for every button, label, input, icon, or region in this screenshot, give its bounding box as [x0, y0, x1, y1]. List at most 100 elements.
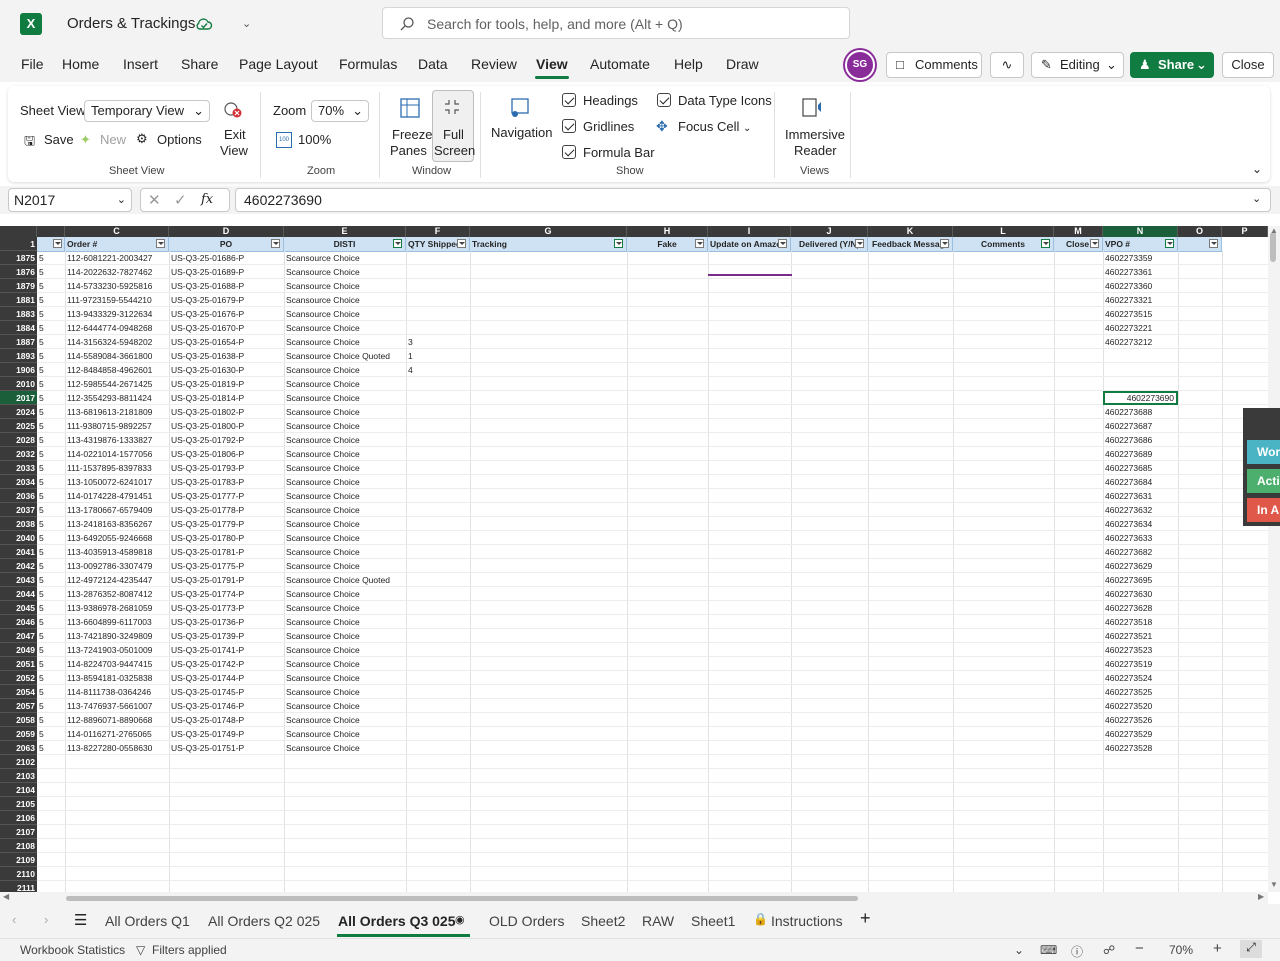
navigation-button[interactable]: Navigation — [491, 125, 552, 140]
cell-disti[interactable]: Scansource Choice — [284, 307, 406, 321]
cell-order[interactable] — [65, 797, 169, 811]
cell-b[interactable]: 5 — [37, 615, 65, 629]
cell-disti[interactable]: Scansource Choice — [284, 391, 406, 405]
cell-b[interactable]: 5 — [37, 265, 65, 279]
cell-b[interactable]: 5 — [37, 713, 65, 727]
cell-vpo[interactable]: 4602273521 — [1103, 629, 1178, 643]
side-pane-item[interactable]: Wor — [1247, 440, 1280, 464]
tab-draw[interactable]: Draw — [726, 56, 759, 72]
editing-mode-button[interactable]: ✎ Editing ⌄ — [1031, 52, 1124, 78]
filter-dropdown-icon[interactable] — [1209, 239, 1218, 248]
cell-po[interactable] — [169, 769, 284, 783]
row-header[interactable]: 2102 — [0, 755, 37, 769]
row-header[interactable]: 1875 — [0, 251, 37, 265]
cell-qty-shipped[interactable] — [406, 811, 470, 825]
cell-po[interactable]: US-Q3-25-01819-P — [169, 377, 284, 391]
row-header[interactable]: 2041 — [0, 545, 37, 559]
cell-qty-shipped[interactable] — [406, 307, 470, 321]
cell-disti[interactable]: Scansource Choice — [284, 713, 406, 727]
cell-po[interactable]: US-Q3-25-01774-P — [169, 587, 284, 601]
filter-dropdown-icon[interactable] — [457, 239, 466, 248]
cell-po[interactable]: US-Q3-25-01688-P — [169, 279, 284, 293]
row-header[interactable]: 2063 — [0, 741, 37, 755]
row-header[interactable]: 2025 — [0, 419, 37, 433]
cell-vpo[interactable]: 4602273528 — [1103, 741, 1178, 755]
row-header[interactable]: 2054 — [0, 685, 37, 699]
filter-dropdown-icon[interactable] — [778, 239, 787, 248]
cell-po[interactable]: US-Q3-25-01802-P — [169, 405, 284, 419]
workbook-title[interactable]: Orders & Trackings — [67, 15, 195, 32]
cell-po[interactable] — [169, 797, 284, 811]
cell-b[interactable] — [37, 783, 65, 797]
cell-b[interactable] — [37, 853, 65, 867]
cell-disti[interactable]: Scansource Choice — [284, 601, 406, 615]
cell-order[interactable]: 113-6492055-9246668 — [65, 531, 169, 545]
cell-b[interactable]: 5 — [37, 685, 65, 699]
cell-order[interactable]: 114-2022632-7827462 — [65, 265, 169, 279]
cell-po[interactable]: US-Q3-25-01792-P — [169, 433, 284, 447]
cell-qty-shipped[interactable] — [406, 321, 470, 335]
vertical-scroll-thumb[interactable] — [1270, 232, 1276, 262]
tab-data[interactable]: Data — [418, 56, 448, 72]
share-button[interactable]: ♟ Share ⌄ — [1130, 52, 1214, 78]
sheet-tab-instructions[interactable]: Instructions — [771, 913, 843, 929]
keyboard-icon[interactable]: ⌨ — [1040, 943, 1057, 957]
cell-order[interactable] — [65, 769, 169, 783]
cell-qty-shipped[interactable] — [406, 755, 470, 769]
cell-order[interactable]: 113-6819613-2181809 — [65, 405, 169, 419]
cell-b[interactable]: 5 — [37, 531, 65, 545]
filter-dropdown-icon[interactable] — [695, 239, 704, 248]
row-header[interactable]: 1893 — [0, 349, 37, 363]
cell-qty-shipped[interactable] — [406, 531, 470, 545]
cell-disti[interactable]: Scansource Choice — [284, 461, 406, 475]
cell-disti[interactable] — [284, 755, 406, 769]
cell-order[interactable]: 113-4035913-4589818 — [65, 545, 169, 559]
cell-disti[interactable]: Scansource Choice — [284, 405, 406, 419]
row-header[interactable]: 1 — [0, 237, 37, 251]
cell-b[interactable]: 5 — [37, 573, 65, 587]
select-all-corner[interactable] — [0, 226, 37, 237]
cell-qty-shipped[interactable] — [406, 461, 470, 475]
tab-view[interactable]: View — [536, 56, 568, 72]
cell-disti[interactable]: Scansource Choice Quoted — [284, 573, 406, 587]
cell-b[interactable]: 5 — [37, 643, 65, 657]
row-header[interactable]: 2042 — [0, 559, 37, 573]
cell-b[interactable] — [37, 811, 65, 825]
scroll-down-icon[interactable]: ▼ — [1270, 880, 1278, 889]
sheet-tab-all-orders-q3[interactable]: All Orders Q3 025 — [338, 913, 456, 929]
cell-b[interactable]: 5 — [37, 321, 65, 335]
cell-order[interactable]: 113-9433329-3122634 — [65, 307, 169, 321]
spreadsheet-grid[interactable]: C D E F G H I J K L M N O P 1 Order # PO… — [0, 226, 1268, 892]
filter-dropdown-icon[interactable] — [940, 239, 949, 248]
cell-po[interactable]: US-Q3-25-01780-P — [169, 531, 284, 545]
cell-po[interactable]: US-Q3-25-01778-P — [169, 503, 284, 517]
cell-vpo[interactable]: 4602273628 — [1103, 601, 1178, 615]
cell-order[interactable]: 113-9386978-2681059 — [65, 601, 169, 615]
tab-review[interactable]: Review — [471, 56, 517, 72]
cell-disti[interactable]: Scansource Choice — [284, 447, 406, 461]
cell-b[interactable]: 5 — [37, 727, 65, 741]
cell-disti[interactable]: Scansource Choice — [284, 363, 406, 377]
cell-order[interactable] — [65, 881, 169, 892]
row-header[interactable]: 2032 — [0, 447, 37, 461]
column-header-c[interactable]: C — [65, 226, 169, 237]
cell-order[interactable]: 112-5985544-2671425 — [65, 377, 169, 391]
cell-b[interactable]: 5 — [37, 363, 65, 377]
cell-po[interactable]: US-Q3-25-01686-P — [169, 251, 284, 265]
sheet-tab-sheet1[interactable]: Sheet1 — [691, 913, 735, 929]
cell-po[interactable]: US-Q3-25-01749-P — [169, 727, 284, 741]
cell-b[interactable]: 5 — [37, 433, 65, 447]
cell-b[interactable]: 5 — [37, 503, 65, 517]
cell-b[interactable] — [37, 797, 65, 811]
cell-disti[interactable] — [284, 867, 406, 881]
cell-order[interactable]: 113-2418163-8356267 — [65, 517, 169, 531]
cell-order[interactable] — [65, 811, 169, 825]
cell-po[interactable] — [169, 839, 284, 853]
row-header[interactable]: 1906 — [0, 363, 37, 377]
cell-po[interactable]: US-Q3-25-01746-P — [169, 699, 284, 713]
cell-po[interactable]: US-Q3-25-01736-P — [169, 615, 284, 629]
cell-disti[interactable]: Scansource Choice — [284, 685, 406, 699]
data-type-icons-checkbox[interactable] — [657, 93, 671, 107]
row-header[interactable]: 2057 — [0, 699, 37, 713]
cell-disti[interactable]: Scansource Choice — [284, 615, 406, 629]
